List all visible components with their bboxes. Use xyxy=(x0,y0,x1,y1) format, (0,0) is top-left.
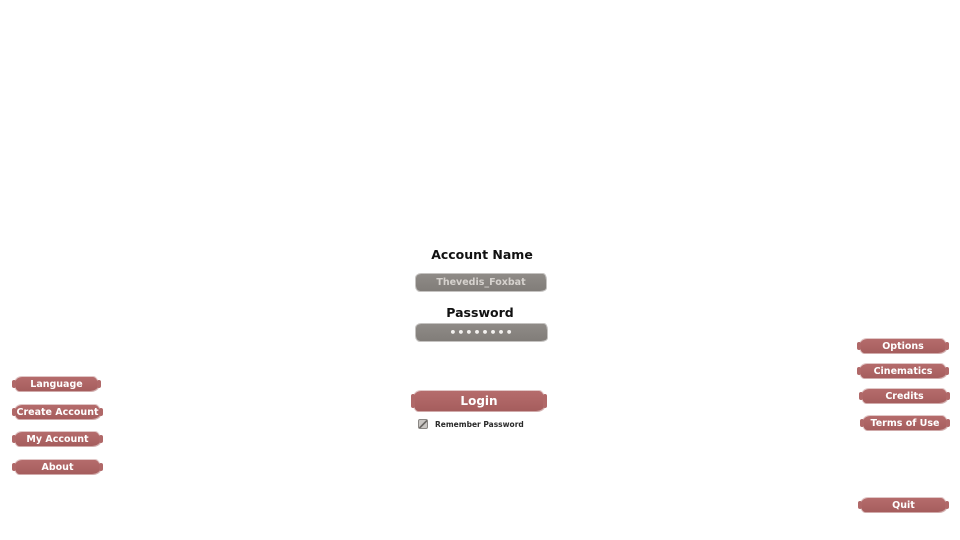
terms-of-use-button[interactable]: Terms of Use xyxy=(860,416,950,430)
account-name-field[interactable]: Thevedis_Foxbat xyxy=(416,274,546,291)
remember-password-toggle[interactable]: Remember Password xyxy=(418,419,524,429)
cinematics-button[interactable]: Cinematics xyxy=(857,364,949,378)
options-button[interactable]: Options xyxy=(857,339,949,353)
login-button[interactable]: Login xyxy=(411,391,547,411)
remember-password-label: Remember Password xyxy=(435,419,524,429)
password-value: •••••••• xyxy=(449,326,514,339)
password-field[interactable]: •••••••• xyxy=(416,324,547,341)
my-account-button[interactable]: My Account xyxy=(12,432,103,446)
about-button[interactable]: About xyxy=(12,460,103,474)
quit-button[interactable]: Quit xyxy=(858,498,949,512)
checkbox-icon[interactable] xyxy=(418,419,428,429)
account-name-value: Thevedis_Foxbat xyxy=(436,277,526,288)
account-name-label: Account Name xyxy=(431,247,533,262)
login-screen: Account Name Thevedis_Foxbat Password ••… xyxy=(0,0,960,540)
language-button[interactable]: Language xyxy=(12,377,101,391)
create-account-button[interactable]: Create Account xyxy=(12,405,103,419)
password-label: Password xyxy=(446,305,514,320)
credits-button[interactable]: Credits xyxy=(859,389,950,403)
